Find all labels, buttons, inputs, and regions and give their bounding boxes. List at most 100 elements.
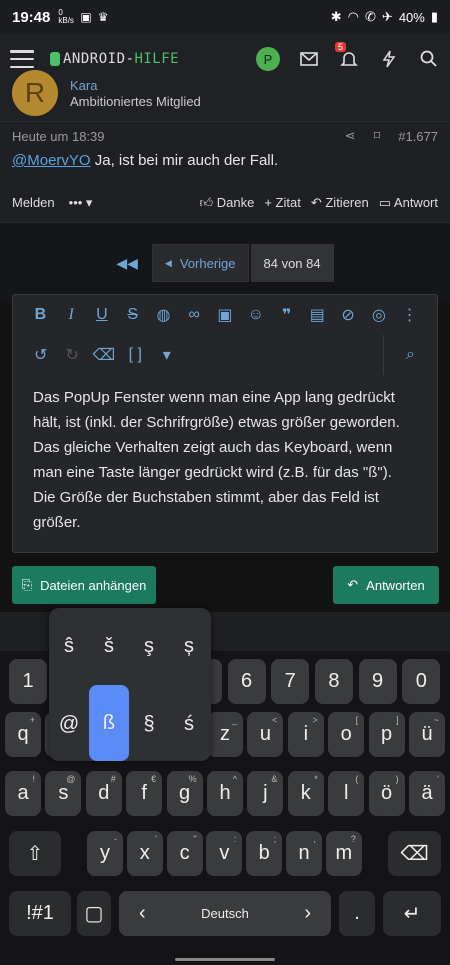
key-j[interactable]: j &: [247, 771, 284, 816]
variant-@[interactable]: @: [49, 704, 89, 744]
key-ö[interactable]: ö): [368, 771, 405, 816]
editor-text-area[interactable]: Das PopUp Fenster wenn man eine App lang…: [13, 375, 437, 545]
key-i[interactable]: i >: [287, 712, 324, 757]
reply-editor: B I U S ◍ ∞ ▣ ☺ ❞ ▤ ⊘ ◎ ⋮ ↺ ↻ ⌫ [ ] ▾ ⌕ …: [12, 294, 438, 553]
key-a[interactable]: a!: [5, 771, 41, 816]
period-key[interactable]: .: [339, 891, 375, 936]
key-s[interactable]: s @: [45, 771, 82, 816]
key-ä[interactable]: ä ': [409, 771, 445, 816]
enter-icon[interactable]: ↵: [383, 891, 441, 936]
user-avatar[interactable]: P: [256, 47, 280, 71]
menu-icon[interactable]: [10, 50, 34, 68]
reply-quote-button[interactable]: ↶ Zitieren: [311, 195, 369, 211]
variant-š[interactable]: š: [89, 626, 129, 666]
spoiler-icon[interactable]: ⊘: [333, 305, 364, 325]
variant-ŝ[interactable]: ŝ: [49, 626, 89, 666]
more-vertical-icon[interactable]: ⋮: [394, 305, 425, 325]
link-icon[interactable]: ∞: [179, 306, 210, 324]
more-menu[interactable]: ••• ▾: [69, 195, 93, 211]
save-draft-icon[interactable]: ▾: [151, 345, 183, 365]
mention-link[interactable]: @MoervYO: [12, 152, 91, 169]
current-page[interactable]: 84 von 84: [250, 244, 334, 282]
underline-icon[interactable]: U: [87, 306, 118, 324]
arrow-left-icon[interactable]: ‹: [139, 902, 146, 925]
post-number[interactable]: #1.677: [398, 129, 438, 144]
prev-page-button[interactable]: ◀ Vorherige: [151, 244, 249, 282]
eraser-icon[interactable]: ⌫: [88, 345, 120, 365]
key-u[interactable]: u <: [247, 712, 284, 757]
site-logo[interactable]: ANDROID- HILFE: [50, 51, 179, 67]
key-1[interactable]: 1: [9, 659, 47, 704]
battery-level: 40%: [398, 9, 425, 25]
share-icon[interactable]: ⋖: [345, 128, 356, 144]
strikethrough-icon[interactable]: S: [117, 306, 148, 324]
italic-icon[interactable]: I: [56, 306, 87, 324]
search-icon[interactable]: [418, 48, 440, 70]
key-c[interactable]: c ": [166, 831, 203, 876]
space-key[interactable]: ‹ Deutsch ›: [119, 891, 331, 936]
quote-button[interactable]: + Zitat: [264, 195, 301, 211]
palette-icon[interactable]: ◍: [148, 305, 179, 325]
home-handle[interactable]: [175, 958, 275, 961]
comment-icon: ▭: [378, 194, 392, 210]
key-v[interactable]: v:: [206, 831, 243, 876]
variant-ş[interactable]: ş: [129, 626, 169, 666]
answer-button[interactable]: ▭ Antwort: [379, 195, 438, 211]
key-h[interactable]: h ^: [207, 771, 243, 816]
key-b[interactable]: b;: [246, 831, 283, 876]
shift-icon[interactable]: ⇧: [9, 831, 61, 876]
mail-icon[interactable]: [298, 48, 320, 70]
key-0[interactable]: 0: [402, 659, 441, 704]
redo-icon: ↻: [65, 347, 79, 364]
key-p[interactable]: p]: [368, 712, 405, 757]
report-link[interactable]: Melden: [12, 195, 55, 210]
variant-ș[interactable]: ș: [169, 626, 209, 666]
lightning-icon[interactable]: [378, 48, 400, 70]
arrow-right-icon[interactable]: ›: [304, 902, 311, 925]
bell-icon[interactable]: 5: [335, 42, 360, 70]
quote-icon[interactable]: ❞: [271, 305, 302, 325]
author-rank: Ambitioniertes Mitglied: [70, 94, 201, 109]
variant-§[interactable]: §: [129, 704, 169, 744]
reply-button[interactable]: ↶ Antworten: [333, 566, 439, 604]
preview-icon[interactable]: ⌕: [383, 335, 437, 375]
key-x[interactable]: x ': [126, 831, 163, 876]
media-icon[interactable]: ▤: [302, 305, 333, 325]
key-8[interactable]: 8: [314, 659, 353, 704]
key-7[interactable]: 7: [271, 659, 310, 704]
bookmark-icon[interactable]: ⌑: [374, 128, 381, 144]
key-l[interactable]: l(: [328, 771, 365, 816]
post-time[interactable]: Heute um 18:39: [12, 129, 105, 144]
like-button[interactable]: 👍︎ Danke: [200, 195, 255, 211]
key-9[interactable]: 9: [358, 659, 397, 704]
key-q[interactable]: q +: [5, 712, 41, 757]
key-ü[interactable]: ü ~: [409, 712, 445, 757]
variant-ß[interactable]: ß: [89, 685, 129, 761]
gamepad-icon[interactable]: ◎: [363, 305, 394, 325]
variant-ś[interactable]: ś: [169, 704, 209, 744]
author-avatar[interactable]: R: [12, 70, 58, 116]
key-z[interactable]: z _: [207, 712, 243, 757]
clipboard-icon[interactable]: ▢: [77, 891, 111, 936]
key-k[interactable]: k *: [287, 771, 324, 816]
smiley-icon[interactable]: ☺: [240, 306, 271, 324]
key-n[interactable]: n,: [286, 831, 322, 876]
symbols-key[interactable]: !#1: [9, 891, 71, 936]
undo-icon[interactable]: ↺: [25, 345, 57, 365]
backspace-icon[interactable]: ⌫: [388, 831, 441, 876]
code-brackets-icon[interactable]: [ ]: [120, 346, 152, 364]
image-icon: ▣: [80, 10, 92, 24]
bold-icon[interactable]: B: [25, 306, 56, 324]
key-d[interactable]: d #: [85, 771, 122, 816]
key-g[interactable]: g%: [166, 771, 203, 816]
author-name[interactable]: Kara: [70, 78, 97, 93]
key-m[interactable]: m?: [325, 831, 362, 876]
thumbs-up-icon: 👍︎: [199, 194, 214, 210]
key-o[interactable]: o[: [328, 712, 365, 757]
attach-files-button[interactable]: ⎘ Dateien anhängen: [12, 566, 156, 604]
first-page-icon[interactable]: ◀◀: [116, 255, 138, 272]
key-6[interactable]: 6: [227, 659, 266, 704]
key-f[interactable]: f €: [126, 771, 163, 816]
key-y[interactable]: y-: [87, 831, 123, 876]
image-icon[interactable]: ▣: [210, 305, 241, 325]
